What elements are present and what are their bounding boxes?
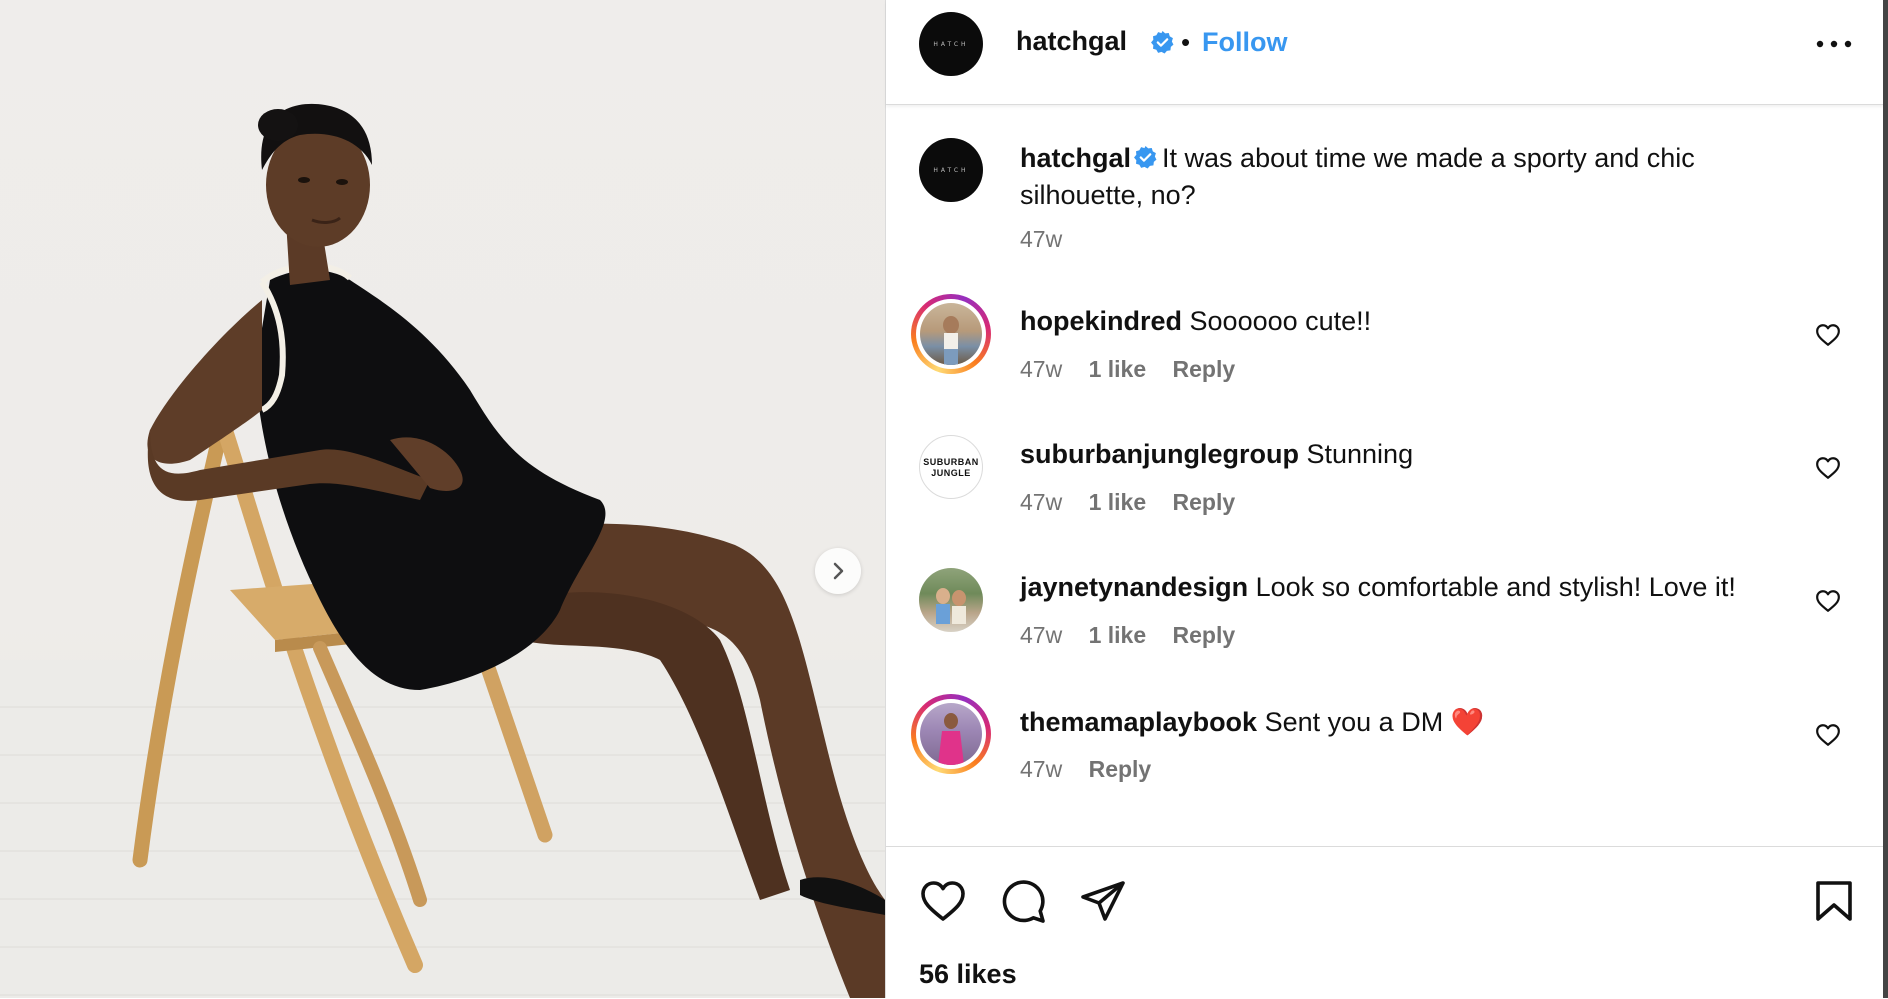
chevron-right-icon: [833, 562, 844, 580]
avatar-text: HATCH: [933, 166, 969, 174]
comment-username[interactable]: hopekindred: [1020, 306, 1182, 336]
window-edge: [1883, 0, 1888, 998]
caption-author-avatar[interactable]: HATCH: [919, 138, 983, 202]
caption-timestamp[interactable]: 47w: [1020, 226, 1062, 253]
follow-button[interactable]: Follow: [1202, 27, 1287, 58]
reply-button[interactable]: Reply: [1173, 356, 1236, 382]
more-options-icon[interactable]: [1812, 30, 1856, 58]
commenter-avatar[interactable]: SUBURBAN JUNGLE: [919, 435, 983, 499]
comment-meta: 47w 1 like Reply: [1020, 356, 1255, 383]
comment-text: suburbanjunglegroup Stunning: [1020, 439, 1780, 470]
comment-username[interactable]: suburbanjunglegroup: [1020, 439, 1299, 469]
likes-count[interactable]: 56 likes: [919, 959, 1017, 990]
comment-item: themamaplaybook Sent you a DM ❤️ 47w Rep…: [886, 694, 1884, 814]
comment-time[interactable]: 47w: [1020, 356, 1062, 382]
comment-item: SUBURBAN JUNGLE suburbanjunglegroup Stun…: [886, 427, 1884, 547]
comment-time[interactable]: 47w: [1020, 622, 1062, 648]
commenter-avatar[interactable]: [919, 568, 983, 632]
share-icon[interactable]: [1079, 877, 1127, 925]
reply-button[interactable]: Reply: [1173, 622, 1236, 648]
comment-text: themamaplaybook Sent you a DM ❤️: [1020, 706, 1780, 738]
comment-meta: 47w 1 like Reply: [1020, 622, 1255, 649]
post-header: HATCH hatchgal • Follow: [886, 0, 1884, 105]
author-avatar[interactable]: HATCH: [919, 12, 983, 76]
comment-likes[interactable]: 1 like: [1089, 489, 1147, 515]
avatar-text: SUBURBAN JUNGLE: [923, 457, 979, 478]
comment-icon[interactable]: [999, 877, 1047, 925]
comment-body: Stunning: [1306, 439, 1414, 469]
avatar-text: HATCH: [933, 40, 969, 48]
comment-item: jaynetynandesign Look so comfortable and…: [886, 560, 1884, 680]
heart-icon[interactable]: [919, 877, 967, 925]
verified-badge-icon: [1134, 146, 1157, 169]
reply-button[interactable]: Reply: [1173, 489, 1236, 515]
bookmark-icon[interactable]: [1810, 877, 1858, 925]
post-photo[interactable]: [0, 0, 885, 998]
comment-meta: 47w 1 like Reply: [1020, 489, 1255, 516]
comment-body: Soooooo cute!!: [1189, 306, 1372, 336]
header-separator: •: [1181, 27, 1191, 57]
comment-heart-icon[interactable]: [1815, 588, 1841, 614]
comment-username[interactable]: themamaplaybook: [1020, 707, 1257, 737]
caption-username[interactable]: hatchgal: [1020, 143, 1131, 173]
comment-text: hopekindred Soooooo cute!!: [1020, 306, 1780, 337]
reply-button[interactable]: Reply: [1089, 756, 1152, 782]
comment-item: hopekindred Soooooo cute!! 47w 1 like Re…: [886, 294, 1884, 414]
comment-time[interactable]: 47w: [1020, 756, 1062, 782]
author-username[interactable]: hatchgal: [1016, 26, 1127, 57]
comment-text: jaynetynandesign Look so comfortable and…: [1020, 572, 1780, 603]
post-actions-bar: 56 likes: [886, 846, 1884, 999]
commenter-avatar[interactable]: [911, 694, 991, 774]
commenter-avatar[interactable]: [911, 294, 991, 374]
comment-body: Look so comfortable and stylish! Love it…: [1255, 572, 1736, 602]
post-detail-panel: HATCH hatchgal • Follow HATCH hatchgal I…: [885, 0, 1884, 998]
comment-meta: 47w Reply: [1020, 756, 1171, 783]
comment-heart-icon[interactable]: [1815, 322, 1841, 348]
comment-likes[interactable]: 1 like: [1089, 356, 1147, 382]
photo-scene: [132, 103, 885, 998]
comment-heart-icon[interactable]: [1815, 455, 1841, 481]
comment-username[interactable]: jaynetynandesign: [1020, 572, 1248, 602]
caption-text: hatchgal It was about time we made a spo…: [1020, 140, 1800, 214]
verified-badge-icon: [1151, 31, 1174, 54]
comment-time[interactable]: 47w: [1020, 489, 1062, 515]
comment-heart-icon[interactable]: [1815, 722, 1841, 748]
next-photo-button[interactable]: [815, 548, 861, 594]
comment-likes[interactable]: 1 like: [1089, 622, 1147, 648]
comment-body: Sent you a DM ❤️: [1264, 707, 1485, 737]
